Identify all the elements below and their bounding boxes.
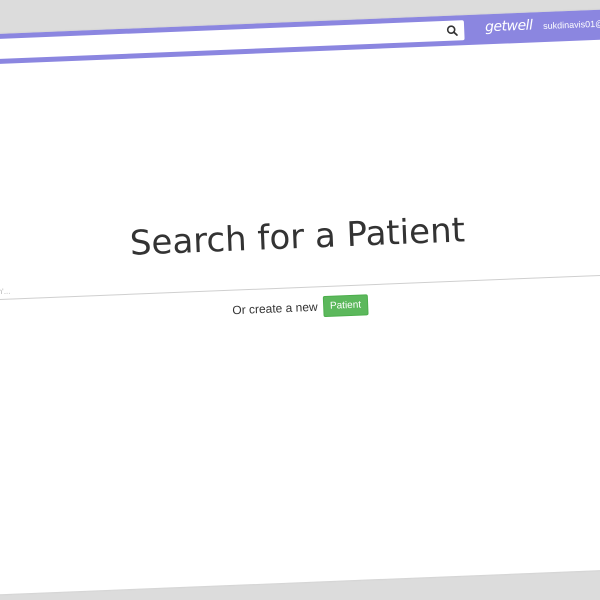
screenshot-stage: getwell sukdinavis01@ Search for a Patie… bbox=[0, 0, 600, 600]
top-navbar: getwell sukdinavis01@ bbox=[0, 8, 600, 66]
global-search-bar bbox=[0, 20, 465, 61]
page-title: Search for a Patient bbox=[129, 210, 466, 264]
brand-logo[interactable]: getwell bbox=[485, 17, 533, 35]
search-icon[interactable] bbox=[444, 22, 461, 39]
browser-page: getwell sukdinavis01@ Search for a Patie… bbox=[0, 8, 600, 596]
create-patient-button[interactable]: Patient bbox=[322, 294, 369, 318]
create-patient-text: Or create a new bbox=[232, 299, 318, 318]
user-menu[interactable]: sukdinavis01@ bbox=[543, 19, 600, 31]
global-search-input[interactable] bbox=[0, 21, 430, 61]
